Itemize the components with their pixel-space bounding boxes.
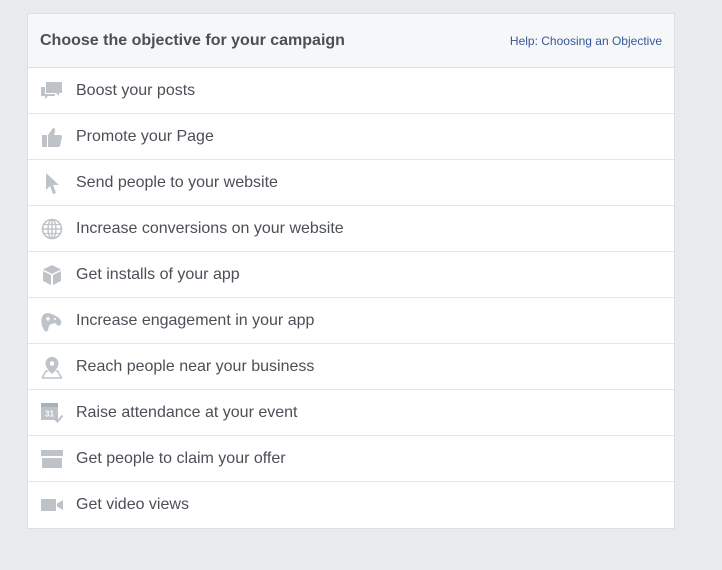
cursor-icon [40,171,64,195]
objective-label: Reach people near your business [76,357,315,375]
objective-panel: Choose the objective for your campaign H… [27,13,675,529]
objective-label: Promote your Page [76,127,214,145]
objective-label: Get installs of your app [76,265,240,283]
objective-label: Get video views [76,496,189,513]
objective-offer-claims[interactable]: Get people to claim your offer [28,436,674,482]
objective-boost-posts[interactable]: Boost your posts [28,68,674,114]
objective-label: Boost your posts [76,81,196,99]
objective-website-clicks[interactable]: Send people to your website [28,160,674,206]
help-link[interactable]: Help: Choosing an Objective [510,34,662,48]
objective-promote-page[interactable]: Promote your Page [28,114,674,160]
objective-app-engagement[interactable]: Increase engagement in your app [28,298,674,344]
objective-label: Increase engagement in your app [76,311,315,329]
video-camera-icon [40,493,64,517]
objective-video-views[interactable]: Get video views [28,482,674,528]
objective-app-installs[interactable]: Get installs of your app [28,252,674,298]
game-controller-icon [40,309,64,333]
objective-label: Send people to your website [76,173,278,191]
objective-list: Boost your posts Promote your Page Send … [28,68,674,528]
speech-bubbles-icon [40,79,64,103]
panel-header: Choose the objective for your campaign H… [28,14,674,68]
calendar-icon: 31 [40,401,64,425]
objective-local-awareness[interactable]: Reach people near your business [28,344,674,390]
objective-label: Raise attendance at your event [76,403,298,421]
cube-icon [40,263,64,287]
objective-event-responses[interactable]: 31 Raise attendance at your event [28,390,674,436]
calendar-icon-text: 31 [45,409,54,418]
objective-label: Get people to claim your offer [76,449,286,467]
thumbs-up-icon [40,125,64,149]
storefront-icon [40,447,64,471]
globe-icon [40,217,64,241]
page-title: Choose the objective for your campaign [40,31,345,49]
map-pin-icon [40,355,64,379]
objective-label: Increase conversions on your website [76,219,344,237]
objective-conversions[interactable]: Increase conversions on your website [28,206,674,252]
